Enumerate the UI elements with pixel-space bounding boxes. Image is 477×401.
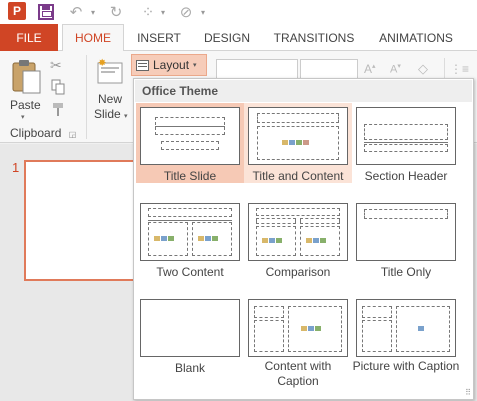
- layout-label-title-and-content: Title and Content: [252, 169, 344, 183]
- layout-label-title-slide: Title Slide: [163, 169, 217, 183]
- layout-label-title-only: Title Only: [380, 265, 432, 279]
- dialog-launcher-icon[interactable]: ◲: [69, 130, 77, 139]
- layout-preview-title-only: [356, 203, 456, 261]
- layout-label-section-header: Section Header: [364, 169, 448, 183]
- powerpoint-logo[interactable]: P: [8, 2, 26, 20]
- tab-insert[interactable]: INSERT: [128, 24, 190, 51]
- layout-preview-comparison: [248, 203, 348, 261]
- bullets-icon[interactable]: ⋮≡: [450, 62, 469, 76]
- tab-file[interactable]: FILE: [0, 24, 58, 51]
- touch-mode-icon[interactable]: ⁘: [138, 2, 158, 22]
- copy-icon[interactable]: [50, 79, 68, 95]
- touch-mode-dropdown-icon[interactable]: ▾: [158, 2, 168, 22]
- resize-grip-icon[interactable]: ⠿: [465, 388, 471, 397]
- redo-icon[interactable]: ↻: [106, 2, 126, 22]
- content-placeholder-icons: [282, 138, 310, 147]
- layout-label-two-content: Two Content: [156, 265, 224, 279]
- new-slide-label-2: Slide ▾: [94, 107, 128, 121]
- tab-animations[interactable]: ANIMATIONS: [370, 24, 462, 51]
- group-divider: [86, 55, 87, 139]
- clipboard-group-label: Clipboard ◲: [10, 126, 76, 140]
- paste-icon: [12, 60, 41, 94]
- undo-icon[interactable]: ↶: [66, 2, 86, 22]
- quick-access-toolbar: P ↶ ▾ ↻ ⁘ ▾ ⊘ ▾: [0, 0, 477, 24]
- tab-transitions[interactable]: TRANSITIONS: [266, 24, 362, 51]
- save-icon[interactable]: [38, 4, 54, 20]
- slide-number: 1: [12, 160, 20, 175]
- gallery-header: Office Theme: [135, 80, 472, 102]
- new-slide-icon: ✸: [97, 58, 123, 84]
- new-slide-button[interactable]: ✸ New Slide ▾: [90, 55, 130, 121]
- tab-design[interactable]: DESIGN: [196, 24, 258, 51]
- layout-button[interactable]: Layout ▾: [131, 54, 207, 76]
- paste-label: Paste: [10, 98, 41, 112]
- layout-preview-title-slide: [140, 107, 240, 165]
- customize-qat-icon[interactable]: ▾: [198, 2, 208, 22]
- chevron-down-icon: ▾: [193, 62, 197, 69]
- layout-preview-section-header: [356, 107, 456, 165]
- layout-label-comparison: Comparison: [265, 265, 331, 279]
- svg-text:✸: ✸: [98, 58, 106, 69]
- shape-select-icon[interactable]: ⊘: [176, 2, 196, 22]
- layout-icon: [136, 59, 149, 71]
- format-painter-icon[interactable]: [50, 101, 68, 117]
- clear-formatting-icon[interactable]: ◇: [418, 61, 428, 77]
- layout-label: Layout: [153, 58, 190, 72]
- undo-dropdown-icon[interactable]: ▾: [88, 2, 98, 22]
- layout-preview-content-with-caption: [248, 299, 348, 357]
- layout-preview-two-content: [140, 203, 240, 261]
- layout-label-content-with-caption: Content with Caption: [264, 359, 332, 388]
- paste-button[interactable]: Paste ▾: [6, 57, 44, 121]
- clipboard-label: Clipboard: [10, 126, 62, 140]
- ribbon-tabs: FILE HOME INSERT DESIGN TRANSITIONS ANIM…: [0, 24, 477, 52]
- tab-home[interactable]: HOME: [62, 24, 124, 52]
- grow-font-icon[interactable]: A▴: [364, 62, 376, 76]
- cut-icon[interactable]: ✂: [50, 57, 68, 73]
- new-slide-label-1: New: [98, 92, 123, 106]
- layout-label-blank: Blank: [174, 361, 206, 375]
- layout-preview-picture-with-caption: [356, 299, 456, 357]
- layout-preview-blank: [140, 299, 240, 357]
- layout-label-picture-with-caption: Picture with Caption: [352, 359, 460, 373]
- paste-dropdown-icon: ▾: [21, 114, 25, 121]
- layout-preview-title-and-content: [248, 107, 348, 165]
- layout-gallery: Office Theme Title Slide Title and Conte…: [133, 78, 474, 400]
- shrink-font-icon[interactable]: A▾: [390, 62, 401, 76]
